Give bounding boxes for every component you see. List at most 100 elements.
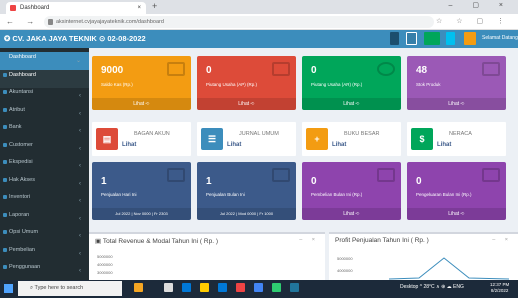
chrome-icon[interactable] xyxy=(254,283,263,292)
y-tick: 5000000 xyxy=(97,254,113,259)
url-field[interactable]: aksinternet.cvjayajayateknik.com/dashboa… xyxy=(44,16,434,28)
menu-icon xyxy=(3,90,7,94)
browser-toolbar-icons[interactable]: ☆ ☆ ▢ ⋮ xyxy=(436,17,510,25)
sidebar-item-ekspedisi[interactable]: Ekspedisi ‹ xyxy=(0,157,89,175)
stat-label: Piutang Usaha (AR) (Rp.) xyxy=(311,82,363,87)
chat-icon[interactable] xyxy=(406,32,417,45)
user-icon[interactable] xyxy=(446,32,455,45)
app-icon[interactable] xyxy=(290,283,299,292)
stat-value: 1 xyxy=(206,176,212,187)
menu-icon xyxy=(3,230,7,234)
stat-card-saldo-kas[interactable]: 9000 Saldo Kas (Rp.) Lihat ➪ xyxy=(92,56,191,110)
area-chart-icon xyxy=(272,168,290,182)
stat-label: Pengeluaran Bulan Ini (Rp.) xyxy=(416,192,472,197)
new-tab-button[interactable]: + xyxy=(152,1,157,11)
chevron-icon: ‹ xyxy=(79,128,81,134)
spotify-icon[interactable] xyxy=(272,283,281,292)
sidebar-item-laporan[interactable]: Laporan ‹ xyxy=(0,210,89,228)
purchase-card-bulan-ini[interactable]: 0 Pembelian Bulan Ini (Rp.) Lihat ➪ xyxy=(302,162,401,220)
stat-card-stok-produk[interactable]: 48 Stok Produk Lihat ➪ xyxy=(407,56,506,110)
explorer-icon[interactable] xyxy=(200,283,209,292)
stat-label: Pembelian Bulan Ini (Rp.) xyxy=(311,192,363,197)
chevron-icon: ‹ xyxy=(79,110,81,117)
sidebar-item-dashboard[interactable]: Dashboard ⌄ xyxy=(0,52,89,70)
link-card-neraca[interactable]: $ NERACA Lihat xyxy=(407,122,506,156)
calendar-plus-icon: + xyxy=(306,128,328,150)
sidebar-item-customer[interactable]: Customer ‹ xyxy=(0,140,89,158)
stat-label: Saldo Kas (Rp.) xyxy=(101,82,133,87)
clock[interactable]: 12:37 PM 8/2/2022 xyxy=(490,282,509,294)
link-card-bagan-akun[interactable]: ▤ BAGAN AKUN Lihat xyxy=(92,122,191,156)
basket-icon xyxy=(482,62,500,76)
link-card-title: BAGAN AKUN xyxy=(134,131,170,137)
sidebar-item-dashboard[interactable]: Dashboard xyxy=(0,69,89,88)
close-tab-icon[interactable]: × xyxy=(137,2,141,14)
windows-start-icon[interactable] xyxy=(4,284,13,293)
sidebar-item-label: Laporan xyxy=(9,211,30,218)
stat-label: Penjualan Bulan Ini xyxy=(206,192,245,197)
chevron-icon: ‹ xyxy=(79,180,81,187)
sales-card-bulan-ini[interactable]: 1 Penjualan Bulan Ini Jul 2022 | Mod 000… xyxy=(197,162,296,220)
window-controls[interactable]: – ▢ × xyxy=(449,1,512,9)
stat-link[interactable]: Lihat ➪ xyxy=(92,98,191,110)
sales-card-hari-ini[interactable]: 1 Penjualan Hari Ini Jul 2022 | Nov 0000… xyxy=(92,162,191,220)
favicon-icon xyxy=(10,5,16,11)
sidebar-item-label: Hak Akses xyxy=(9,176,35,183)
link-card-link[interactable]: Lihat xyxy=(332,142,346,148)
notification-badge[interactable] xyxy=(424,32,440,45)
task-view-icon[interactable] xyxy=(164,283,173,292)
stat-footer[interactable]: Jul 2022 | Mod 0000 | Fr 1000 xyxy=(197,208,296,220)
stat-card-piutang-ar[interactable]: 0 Piutang Usaha (AR) (Rp.) Lihat ➪ xyxy=(302,56,401,110)
sidebar-item-penggunaan[interactable]: Penggunaan ‹ xyxy=(0,262,89,280)
home-icon[interactable] xyxy=(390,32,399,45)
link-card-buku-besar[interactable]: + BUKU BESAR Lihat xyxy=(302,122,401,156)
lock-icon xyxy=(48,19,53,25)
taskbar-search[interactable]: ⌕ Type here to search xyxy=(18,281,122,296)
stat-link[interactable]: Lihat ➪ xyxy=(407,208,506,220)
tab-title: Dashboard xyxy=(20,5,50,11)
sidebar-item-akuntansi[interactable]: Akuntansi ‹ xyxy=(0,87,89,105)
browser-tab[interactable]: Dashboard × xyxy=(6,2,146,14)
avatar[interactable] xyxy=(464,32,476,45)
stat-label: Piutang Usaha (AP) (Rp.) xyxy=(206,82,258,87)
sidebar-item-inventori[interactable]: Inventori ‹ xyxy=(0,192,89,210)
stat-value: 48 xyxy=(416,65,428,76)
panel-tools[interactable]: – × xyxy=(492,237,512,243)
list-icon: ☰ xyxy=(201,128,223,150)
money-icon xyxy=(167,62,185,76)
store-icon[interactable] xyxy=(218,283,227,292)
chevron-icon: ‹ xyxy=(79,268,81,274)
stat-link[interactable]: Lihat ➪ xyxy=(302,98,401,110)
edge-icon[interactable] xyxy=(182,283,191,292)
app-brand[interactable]: ✪ CV. JAKA JAYA TEKNIK ⊙ 02-08-2022 xyxy=(4,33,146,45)
sidebar-item-label: Dashboard xyxy=(9,71,36,78)
link-card-link[interactable]: Lihat xyxy=(227,142,241,148)
system-tray[interactable]: Desktop ^ 28°C ∧ ⊕ ☁ ENG xyxy=(400,284,464,290)
y-tick: 5000000 xyxy=(337,256,353,261)
sidebar-item-opsi-umum[interactable]: Opsi Umum ‹ xyxy=(0,227,89,245)
stat-link[interactable]: Lihat ➪ xyxy=(302,208,401,220)
link-card-link[interactable]: Lihat xyxy=(122,142,136,148)
mail-icon[interactable] xyxy=(236,283,245,292)
link-card-title: JURNAL UMUM xyxy=(239,131,279,137)
stat-link[interactable]: Lihat ➪ xyxy=(197,98,296,110)
pie-icon xyxy=(377,62,395,76)
cubes-icon xyxy=(377,168,395,182)
panel-tools[interactable]: – × xyxy=(299,237,319,243)
app-icon[interactable] xyxy=(134,283,143,292)
sidebar-item-atribut[interactable]: Atribut ‹ xyxy=(0,105,89,123)
stat-label: Stok Produk xyxy=(416,82,441,87)
expense-card-bulan-ini[interactable]: 0 Pengeluaran Bulan Ini (Rp.) Lihat ➪ xyxy=(407,162,506,220)
stat-card-piutang-ap[interactable]: 0 Piutang Usaha (AP) (Rp.) Lihat ➪ xyxy=(197,56,296,110)
link-card-jurnal-umum[interactable]: ☰ JURNAL UMUM Lihat xyxy=(197,122,296,156)
user-greeting[interactable]: Selamat Datang xyxy=(482,35,518,41)
rocket-icon xyxy=(482,168,500,182)
link-card-link[interactable]: Lihat xyxy=(437,142,451,148)
sidebar-item-bank[interactable]: Bank ‹ xyxy=(0,122,89,140)
stat-link[interactable]: Lihat ➪ xyxy=(407,98,506,110)
sidebar-item-hak-akses[interactable]: Hak Akses ‹ xyxy=(0,175,89,193)
sidebar-item-pembelian[interactable]: Pembelian ‹ xyxy=(0,245,89,263)
y-tick: 4000000 xyxy=(97,262,113,267)
sidebar-item-label: Customer xyxy=(9,141,33,148)
stat-footer[interactable]: Jul 2022 | Nov 0000 | Fr 2303 xyxy=(92,208,191,220)
